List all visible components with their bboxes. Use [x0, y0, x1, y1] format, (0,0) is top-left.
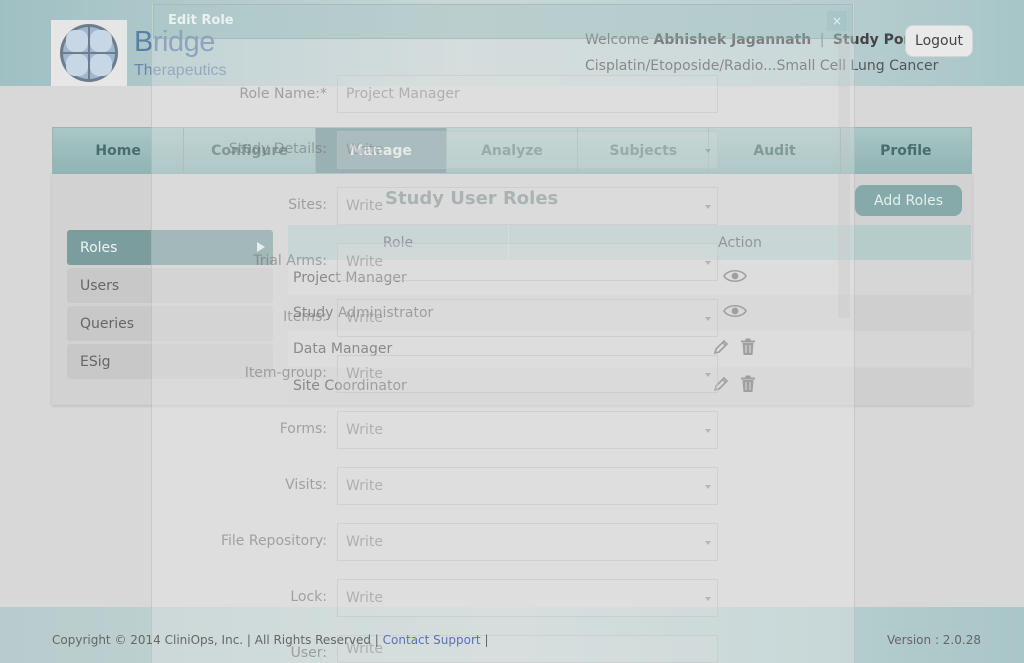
select-value: Write	[346, 142, 383, 158]
study-details-select[interactable]: Write	[337, 131, 718, 169]
items-select[interactable]: Write	[337, 299, 718, 337]
lock-select[interactable]: Write	[337, 579, 718, 617]
modal-scrollbar[interactable]	[838, 40, 850, 318]
modal-header	[153, 4, 853, 39]
select-value: Write	[346, 310, 383, 326]
chevron-down-icon	[705, 373, 711, 377]
add-roles-button[interactable]: Add Roles	[855, 185, 962, 216]
field-label-trial-arms: Trial Arms:	[253, 253, 327, 269]
chevron-down-icon	[705, 597, 711, 601]
footer-separator: |	[484, 633, 489, 647]
forms-select[interactable]: Write	[337, 411, 718, 449]
select-value: Write	[346, 198, 383, 214]
item-group-select[interactable]: Write	[337, 355, 718, 393]
chevron-down-icon	[705, 485, 711, 489]
version-label: Version : 2.0.28	[887, 633, 981, 647]
field-label-sites: Sites:	[288, 197, 327, 213]
select-value: Write	[346, 534, 383, 550]
chevron-down-icon	[705, 317, 711, 321]
field-label-study-details: Study Details:	[228, 141, 327, 157]
field-label-file-repository: File Repository:	[220, 533, 327, 549]
company-logo	[51, 20, 127, 86]
chevron-down-icon	[705, 205, 711, 209]
sidebar-item-label: Users	[80, 277, 120, 294]
logo-emblem-icon	[60, 24, 118, 82]
chevron-down-icon	[705, 541, 711, 545]
contact-support-link[interactable]: Contact Support	[383, 633, 481, 647]
field-label-visits: Visits:	[285, 477, 327, 493]
sites-select[interactable]: Write	[337, 187, 718, 225]
select-value: Write	[346, 478, 383, 494]
chevron-down-icon	[705, 149, 711, 153]
visits-select[interactable]: Write	[337, 467, 718, 505]
field-label-user: User:	[290, 645, 327, 661]
sidebar-item-label: ESig	[80, 353, 111, 370]
field-label-item-group: Item-group:	[244, 365, 327, 381]
field-label-role-name: Role Name:*	[239, 86, 327, 102]
field-label-forms: Forms:	[279, 421, 327, 437]
close-icon[interactable]: ×	[827, 11, 847, 31]
tab-profile[interactable]: Profile	[841, 128, 971, 173]
select-value: Write	[346, 254, 383, 270]
field-label-items: Items:	[283, 309, 327, 325]
copyright-text: Copyright © 2014 CliniOps, Inc. | All Ri…	[52, 633, 489, 647]
chevron-down-icon	[705, 429, 711, 433]
sidebar-item-label: Roles	[80, 239, 118, 256]
copyright-label: Copyright © 2014 CliniOps, Inc. | All Ri…	[52, 633, 379, 647]
select-value: Write	[346, 590, 383, 606]
sidebar-item-label: Queries	[80, 315, 135, 332]
chevron-down-icon	[705, 261, 711, 265]
select-value: Write	[346, 422, 383, 438]
select-value: Write	[346, 366, 383, 382]
logout-button[interactable]: Logout	[905, 25, 973, 57]
modal-title: Edit Role	[168, 13, 234, 28]
trial-arms-select[interactable]: Write	[337, 243, 718, 281]
field-label-lock: Lock:	[290, 589, 327, 605]
role-name-input[interactable]: Project Manager	[337, 75, 718, 113]
file-repository-select[interactable]: Write	[337, 523, 718, 561]
